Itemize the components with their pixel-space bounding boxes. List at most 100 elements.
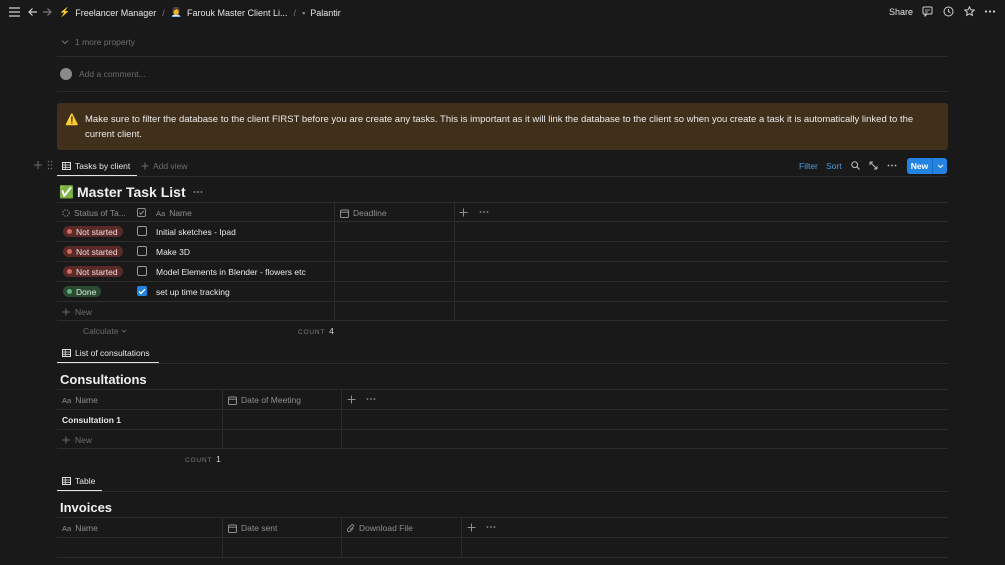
task-done-checkbox[interactable] <box>137 266 147 276</box>
add-property-icon[interactable] <box>467 523 476 532</box>
breadcrumb-separator: / <box>162 7 165 18</box>
sort-button[interactable]: Sort <box>826 161 842 171</box>
status-label: Not started <box>76 246 118 257</box>
divider <box>57 320 948 321</box>
text-property-icon: Aa <box>156 208 166 218</box>
tab-label: Tasks by client <box>75 161 131 171</box>
divider <box>57 429 948 430</box>
share-button[interactable]: Share <box>889 7 913 17</box>
callout-text: Make sure to filter the database to the … <box>85 114 914 140</box>
column-header-deadline[interactable]: Deadline <box>340 208 387 218</box>
breadcrumb-item-freelancer-manager[interactable]: ⚡ Freelancer Manager <box>59 7 156 18</box>
table-row[interactable]: Not started Model Elements in Blender - … <box>57 262 948 281</box>
new-row-label: New <box>75 307 93 317</box>
divider <box>57 557 948 558</box>
status-badge[interactable]: Not started <box>63 266 123 277</box>
task-name[interactable]: Model Elements in Blender - flowers etc <box>156 267 306 277</box>
more-view-options-icon[interactable] <box>887 161 897 170</box>
plus-icon <box>141 162 149 170</box>
breadcrumb-label: Palantir <box>310 7 341 18</box>
back-arrow-icon[interactable] <box>27 6 39 18</box>
calculate-label: Calculate <box>83 326 119 336</box>
tab-label: List of consultations <box>75 348 150 358</box>
table-row[interactable]: Not started Initial sketches - Ipad <box>57 222 948 241</box>
row-count[interactable]: COUNT 1 <box>185 454 221 464</box>
section-title-consultations[interactable]: Consultations <box>60 372 147 387</box>
breadcrumb-item-palantir[interactable]: ▪ Palantir <box>302 8 341 18</box>
add-block-icon[interactable] <box>33 160 43 170</box>
task-done-checkbox[interactable] <box>137 226 147 236</box>
comment-icon[interactable] <box>921 5 933 17</box>
breadcrumb-label: Freelancer Manager <box>75 7 157 18</box>
task-done-checkbox[interactable] <box>137 286 147 296</box>
status-badge[interactable]: Not started <box>63 226 123 237</box>
checkbox-column-icon[interactable] <box>137 208 146 217</box>
column-header-date-of-meeting[interactable]: Date of Meeting <box>228 395 301 405</box>
divider <box>57 202 948 203</box>
expand-icon[interactable] <box>869 161 878 170</box>
column-label: Download File <box>359 523 413 533</box>
plus-icon <box>62 308 70 316</box>
status-badge[interactable]: Done <box>63 286 102 297</box>
divider <box>57 517 948 518</box>
calculate-dropdown[interactable]: Calculate <box>83 326 127 336</box>
more-options-icon[interactable] <box>193 190 203 194</box>
divider <box>57 301 948 302</box>
column-header-date-sent[interactable]: Date sent <box>228 523 277 533</box>
calendar-icon <box>340 209 349 218</box>
add-new-row-button[interactable]: New <box>62 435 92 445</box>
history-clock-icon[interactable] <box>942 5 954 17</box>
more-property-toggle[interactable]: 1 more property <box>61 37 135 47</box>
consultation-name[interactable]: Consultation 1 <box>62 415 121 425</box>
section-title-invoices[interactable]: Invoices <box>60 500 112 515</box>
tab-table[interactable]: Table <box>62 476 95 486</box>
search-icon[interactable] <box>851 161 860 170</box>
table-row[interactable]: Done set up time tracking <box>57 282 948 301</box>
column-divider <box>341 517 342 557</box>
forward-arrow-icon[interactable] <box>41 6 53 18</box>
count-label: COUNT <box>185 457 213 464</box>
drag-handle-icon[interactable] <box>47 160 53 170</box>
table-row[interactable]: Not started Make 3D <box>57 242 948 261</box>
column-divider <box>461 517 462 557</box>
chevron-down-icon <box>121 329 127 333</box>
column-label: Deadline <box>353 208 387 218</box>
status-dot <box>67 249 72 254</box>
new-button[interactable]: New <box>907 158 947 174</box>
task-done-checkbox[interactable] <box>137 246 147 256</box>
add-view-button[interactable]: Add view <box>141 161 188 171</box>
breadcrumb-label: Farouk Master Client Li... <box>187 7 288 18</box>
table-row[interactable]: Consultation 1 <box>57 410 948 429</box>
divider <box>57 56 948 57</box>
star-icon[interactable] <box>963 5 975 17</box>
more-options-icon[interactable] <box>479 210 489 214</box>
chevron-down-icon[interactable] <box>933 158 947 174</box>
add-property-icon[interactable] <box>347 395 356 404</box>
database-title-text[interactable]: Master Task List <box>77 184 186 200</box>
add-property-icon[interactable] <box>459 208 468 217</box>
row-count[interactable]: COUNT 4 <box>298 326 334 336</box>
status-badge[interactable]: Not started <box>63 246 123 257</box>
column-header-download-file[interactable]: Download File <box>347 523 413 533</box>
column-header-status[interactable]: Status of Ta... <box>62 208 126 218</box>
column-label: Date sent <box>241 523 278 533</box>
breadcrumb-item-client-list[interactable]: 👩‍💼 Farouk Master Client Li... <box>171 7 288 18</box>
more-options-icon[interactable] <box>486 525 496 529</box>
more-options-icon[interactable] <box>366 397 376 401</box>
filter-button[interactable]: Filter <box>799 161 818 171</box>
add-comment-field[interactable]: Add a comment... <box>60 68 146 80</box>
tab-tasks-by-client[interactable]: Tasks by client <box>62 161 130 171</box>
column-header-name[interactable]: Aa Name <box>156 208 192 218</box>
more-options-icon[interactable] <box>984 5 996 17</box>
task-name[interactable]: Make 3D <box>156 247 190 257</box>
column-header-name[interactable]: Aa Name <box>62 523 98 533</box>
divider <box>57 176 948 177</box>
column-header-name[interactable]: Aa Name <box>62 395 98 405</box>
task-name[interactable]: Initial sketches - Ipad <box>156 227 236 237</box>
divider <box>57 491 948 492</box>
task-name[interactable]: set up time tracking <box>156 287 230 297</box>
check-icon <box>138 288 146 295</box>
menu-icon[interactable] <box>8 6 20 18</box>
tab-list-of-consultations[interactable]: List of consultations <box>62 348 150 358</box>
add-new-row-button[interactable]: New <box>62 307 92 317</box>
